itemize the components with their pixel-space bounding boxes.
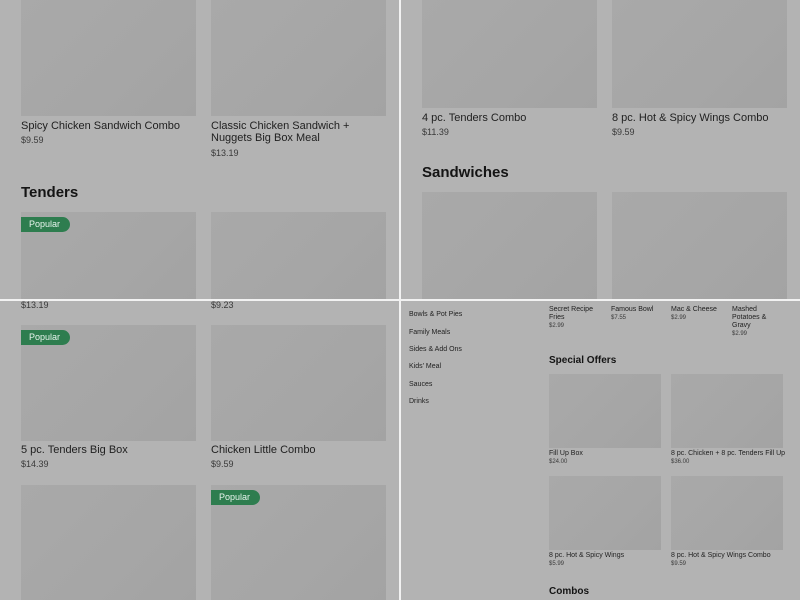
sidebar-item-bowls-pot-pies[interactable]: Bowls & Pot Pies [409, 311, 462, 319]
item-price: $7.55 [611, 315, 627, 321]
item-name[interactable]: 8 pc. Chicken + 8 pc. Tenders Fill Up [671, 450, 796, 458]
section-title-combos: Combos [549, 586, 589, 597]
item-name[interactable]: 5 pc. Tenders Big Box [21, 444, 196, 456]
quadrant-top-left: Spicy Chicken Sandwich Combo $9.59 Class… [0, 0, 400, 300]
item-image[interactable] [21, 485, 196, 600]
item-image[interactable] [21, 0, 196, 116]
item-price: $11.39 [422, 127, 449, 137]
quadrant-bottom-right: Bowls & Pot Pies Family Meals Sides & Ad… [400, 300, 800, 600]
item-price: $9.59 [211, 459, 234, 469]
item-image[interactable] [422, 192, 597, 300]
item-price: $5.99 [549, 561, 565, 567]
item-price: $13.19 [21, 300, 49, 310]
sidebar-item-family-meals[interactable]: Family Meals [409, 329, 450, 337]
item-price: $2.99 [549, 323, 565, 329]
item-name[interactable]: 8 pc. Hot & Spicy Wings Combo [612, 112, 790, 124]
item-name[interactable]: Classic Chicken Sandwich + Nuggets Big B… [211, 120, 389, 144]
item-name[interactable]: Chicken Little Combo [211, 444, 386, 456]
popular-badge: Popular [21, 330, 71, 345]
popular-badge: Popular [21, 217, 71, 232]
item-name[interactable]: Mac & Cheese [671, 306, 723, 314]
item-price: $24.00 [549, 459, 568, 465]
item-image[interactable] [612, 192, 787, 300]
item-price: $9.59 [612, 127, 635, 137]
quadrant-top-right: 4 pc. Tenders Combo $11.39 8 pc. Hot & S… [400, 0, 800, 300]
section-title-tenders: Tenders [21, 184, 79, 201]
item-image[interactable] [671, 374, 783, 448]
item-price: $9.59 [671, 561, 687, 567]
item-name[interactable]: 8 pc. Hot & Spicy Wings [549, 552, 661, 560]
item-price: $2.99 [671, 315, 687, 321]
item-name[interactable]: Spicy Chicken Sandwich Combo [21, 120, 196, 132]
item-image[interactable] [612, 0, 787, 108]
item-price: $36.00 [671, 459, 690, 465]
item-image[interactable] [549, 476, 661, 550]
item-image[interactable] [671, 476, 783, 550]
horizontal-divider [0, 299, 800, 301]
item-price: $2.99 [732, 331, 748, 337]
item-price: $9.23 [211, 300, 234, 310]
popular-badge: Popular [211, 490, 261, 505]
sidebar-item-sides-add-ons[interactable]: Sides & Add Ons [409, 346, 462, 354]
item-image[interactable] [549, 374, 661, 448]
item-name[interactable]: 8 pc. Hot & Spicy Wings Combo [671, 552, 796, 560]
section-title-sandwiches: Sandwiches [422, 164, 509, 181]
item-image[interactable] [422, 0, 597, 108]
item-image[interactable] [211, 212, 386, 300]
item-name[interactable]: Mashed Potatoes & Gravy [732, 306, 776, 330]
section-title-special-offers: Special Offers [549, 355, 617, 366]
sidebar-item-kids-meal[interactable]: Kids' Meal [409, 363, 441, 371]
sidebar-item-sauces[interactable]: Sauces [409, 381, 432, 389]
sidebar-item-drinks[interactable]: Drinks [409, 398, 429, 406]
item-price: $9.59 [21, 135, 44, 145]
item-name[interactable]: 4 pc. Tenders Combo [422, 112, 597, 124]
item-image[interactable] [211, 325, 386, 441]
item-price: $14.39 [21, 459, 49, 469]
item-name[interactable]: Secret Recipe Fries [549, 306, 601, 322]
item-name[interactable]: Fill Up Box [549, 450, 661, 458]
item-name[interactable]: Famous Bowl [611, 306, 663, 314]
item-price: $13.19 [211, 148, 239, 158]
item-image[interactable] [211, 0, 386, 116]
quadrant-bottom-left: $13.19 $9.23 Popular 5 pc. Tenders Big B… [0, 300, 400, 600]
